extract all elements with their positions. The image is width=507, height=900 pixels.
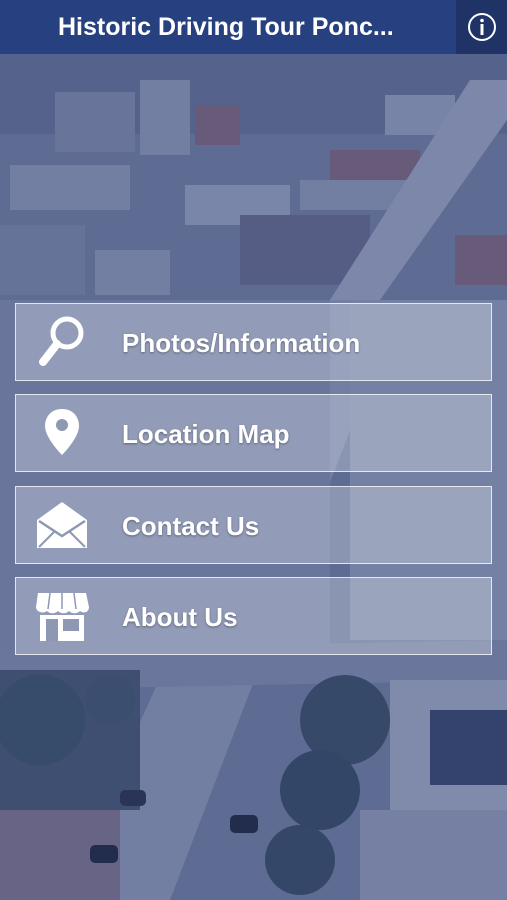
about-us-button[interactable]: About Us bbox=[15, 577, 492, 655]
search-icon bbox=[34, 314, 90, 370]
menu-item-label: Photos/Information bbox=[122, 328, 361, 358]
photos-information-button[interactable]: Photos/Information bbox=[15, 303, 492, 381]
menu-item-label: Location Map bbox=[122, 419, 290, 449]
app-header: Historic Driving Tour Ponc... bbox=[0, 0, 507, 54]
menu-item-label: About Us bbox=[122, 602, 238, 632]
info-circle-icon bbox=[467, 13, 496, 41]
storefront-icon bbox=[34, 588, 90, 644]
info-button[interactable] bbox=[456, 0, 507, 54]
menu-item-label: Contact Us bbox=[122, 511, 260, 541]
contact-us-button[interactable]: Contact Us bbox=[15, 486, 492, 564]
envelope-icon bbox=[34, 497, 90, 553]
location-map-button[interactable]: Location Map bbox=[15, 394, 492, 472]
map-pin-icon bbox=[34, 405, 90, 461]
page-title: Historic Driving Tour Ponc... bbox=[58, 13, 394, 41]
